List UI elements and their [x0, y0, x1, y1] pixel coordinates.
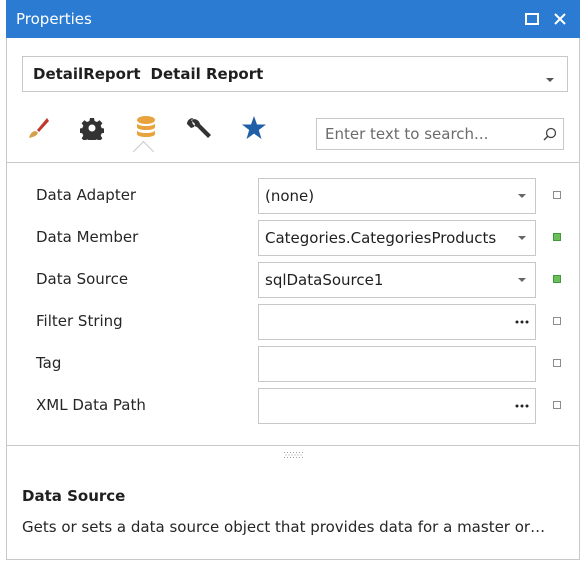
- filter-string-field[interactable]: [258, 304, 536, 340]
- search-input[interactable]: [317, 119, 537, 149]
- property-label: XML Data Path: [36, 396, 146, 414]
- data-adapter-dropdown[interactable]: (none): [258, 178, 536, 214]
- property-label: Data Adapter: [36, 186, 137, 204]
- search-box[interactable]: [316, 118, 564, 150]
- ellipsis-icon[interactable]: [509, 305, 535, 339]
- description-splitter[interactable]: [6, 445, 580, 446]
- tag-field[interactable]: [258, 346, 536, 382]
- modified-marker: [553, 233, 561, 241]
- data-source-dropdown[interactable]: sqlDataSource1: [258, 262, 536, 298]
- search-icon[interactable]: [537, 127, 563, 141]
- description-title: Data Source: [22, 487, 126, 505]
- property-label: Data Source: [36, 270, 129, 288]
- property-value: (none): [265, 187, 315, 205]
- window-title: Properties: [16, 10, 92, 28]
- xml-data-path-field[interactable]: [258, 388, 536, 424]
- modified-marker: [553, 359, 561, 367]
- property-row-data-member: Data Member Categories.CategoriesProduct…: [6, 220, 580, 256]
- property-row-data-source: Data Source sqlDataSource1: [6, 262, 580, 298]
- data-member-dropdown[interactable]: Categories.CategoriesProducts: [258, 220, 536, 256]
- ellipsis-icon[interactable]: [509, 389, 535, 423]
- title-bar: Properties: [6, 0, 580, 38]
- chevron-down-icon[interactable]: [509, 221, 535, 255]
- property-label: Tag: [36, 354, 62, 372]
- modified-marker: [553, 317, 561, 325]
- property-row-xml-data-path: XML Data Path: [6, 388, 580, 424]
- chevron-down-icon[interactable]: [509, 179, 535, 213]
- component-name: DetailReport: [33, 65, 141, 83]
- appearance-tab[interactable]: [20, 110, 56, 150]
- modified-marker: [553, 275, 561, 283]
- star-icon: [241, 115, 267, 145]
- favorites-tab[interactable]: [236, 110, 272, 150]
- chevron-down-icon[interactable]: [545, 70, 555, 88]
- property-row-filter-string: Filter String: [6, 304, 580, 340]
- wrench-icon: [187, 115, 213, 145]
- tasks-tab[interactable]: [182, 110, 218, 150]
- component-selector[interactable]: DetailReport Detail Report: [22, 56, 568, 92]
- modified-marker: [553, 401, 561, 409]
- property-label: Data Member: [36, 228, 139, 246]
- property-value: sqlDataSource1: [265, 271, 384, 289]
- properties-toolbar: [20, 110, 570, 156]
- splitter-grip-icon[interactable]: [283, 452, 305, 459]
- property-row-tag: Tag: [6, 346, 580, 382]
- data-tab[interactable]: [128, 110, 164, 150]
- property-row-data-adapter: Data Adapter (none): [6, 178, 580, 214]
- modified-marker: [553, 191, 561, 199]
- description-text: Gets or sets a data source object that p…: [22, 518, 546, 536]
- component-type: Detail Report: [150, 65, 264, 83]
- database-icon: [135, 115, 157, 145]
- property-label: Filter String: [36, 312, 123, 330]
- chevron-down-icon[interactable]: [509, 263, 535, 297]
- property-value: Categories.CategoriesProducts: [265, 229, 497, 247]
- paintbrush-icon: [25, 115, 51, 145]
- toolbar-divider: [6, 162, 580, 163]
- behavior-tab[interactable]: [74, 110, 110, 150]
- close-icon[interactable]: [550, 9, 570, 29]
- gear-icon: [79, 116, 105, 144]
- maximize-icon[interactable]: [522, 9, 542, 29]
